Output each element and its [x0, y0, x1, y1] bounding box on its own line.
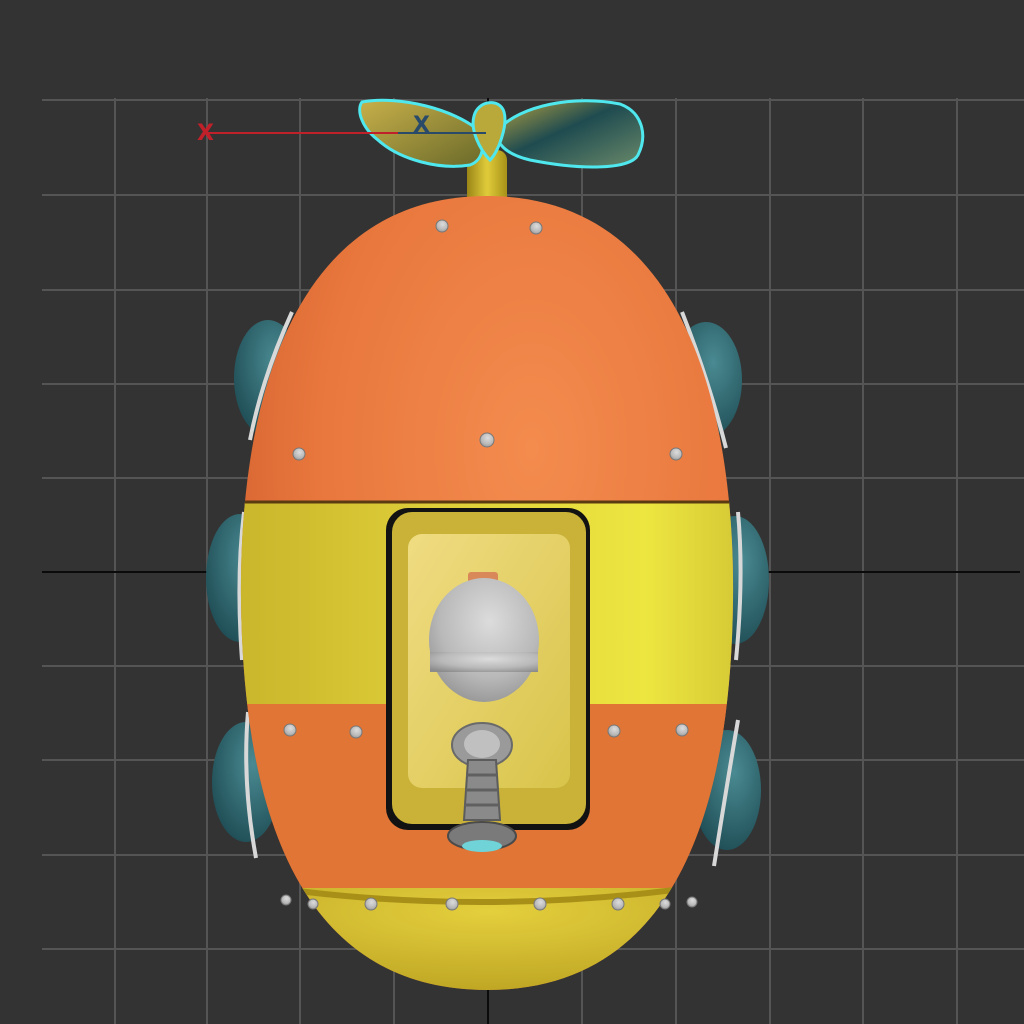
hatch-dome — [429, 578, 539, 702]
pivot-x-label: X — [413, 113, 430, 138]
world-x-label: X — [197, 121, 214, 146]
3d-viewport[interactable]: X X — [0, 0, 1024, 1024]
